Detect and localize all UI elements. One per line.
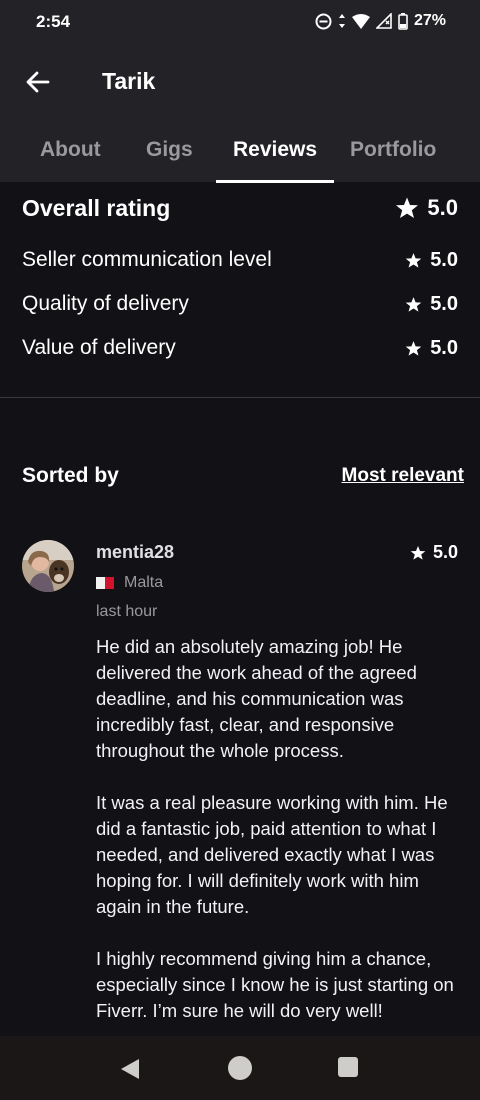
rating-label: Value of delivery <box>22 336 176 359</box>
star-icon <box>405 340 422 356</box>
rating-value: 5.0 <box>405 249 458 272</box>
nav-home-icon[interactable] <box>228 1056 252 1080</box>
malta-flag-icon <box>96 577 114 589</box>
nav-recents-icon[interactable] <box>338 1057 358 1077</box>
overall-rating-value: 5.0 <box>395 195 458 221</box>
sort-row: Sorted by Most relevant <box>22 464 464 488</box>
page-title: Tarik <box>102 68 156 94</box>
reviewer-country: Malta <box>96 574 163 592</box>
tab-reviews[interactable]: Reviews <box>233 138 317 162</box>
status-bar: 2:54 27% <box>0 0 480 48</box>
rating-row-quality: Quality of delivery 5.0 <box>22 286 458 322</box>
data-arrows-icon <box>338 14 345 28</box>
status-time: 2:54 <box>36 12 71 31</box>
star-icon <box>405 296 422 312</box>
star-icon <box>396 197 419 218</box>
signal-icon <box>375 13 392 29</box>
overall-rating-row: Overall rating 5.0 <box>22 190 458 226</box>
rating-label: Quality of delivery <box>22 292 189 315</box>
review-paragraph: I highly recommend giving him a chance, … <box>96 948 454 1021</box>
sort-label: Sorted by <box>22 464 119 487</box>
rating-value: 5.0 <box>405 293 458 316</box>
reviewer-username[interactable]: mentia28 <box>96 542 174 563</box>
battery-percent: 27% <box>413 12 446 29</box>
arrow-left-icon <box>26 71 50 93</box>
wifi-icon <box>351 13 370 29</box>
rating-row-communication: Seller communication level 5.0 <box>22 242 458 278</box>
dnd-icon <box>315 13 332 29</box>
nav-back-icon[interactable] <box>119 1057 141 1081</box>
country-name: Malta <box>124 574 164 591</box>
section-divider <box>0 397 480 398</box>
avatar[interactable] <box>22 540 74 592</box>
status-icons: 27% <box>315 12 446 30</box>
tab-bar: About Gigs Reviews Portfolio <box>0 132 480 183</box>
sort-dropdown-link[interactable]: Most relevant <box>342 465 464 487</box>
review-rating: 5.0 <box>410 542 458 563</box>
back-button[interactable] <box>24 68 52 96</box>
tab-gigs[interactable]: Gigs <box>146 138 193 162</box>
system-nav-bar <box>0 1036 480 1100</box>
review-paragraph: It was a real pleasure working with him.… <box>96 792 448 917</box>
review-text: He did an absolutely amazing job! He del… <box>96 634 462 1050</box>
tab-about[interactable]: About <box>40 138 101 162</box>
active-tab-indicator <box>216 180 334 183</box>
review-paragraph: He did an absolutely amazing job! He del… <box>96 636 417 761</box>
battery-icon <box>398 12 408 30</box>
overall-rating-label: Overall rating <box>22 194 171 221</box>
review-time: last hour <box>96 603 158 620</box>
rating-value: 5.0 <box>405 337 458 360</box>
tab-portfolio[interactable]: Portfolio <box>350 138 436 162</box>
rating-row-value: Value of delivery 5.0 <box>22 330 458 366</box>
rating-label: Seller communication level <box>22 248 272 271</box>
star-icon <box>410 545 426 560</box>
app-bar: Tarik About Gigs Reviews Portfolio <box>0 48 480 183</box>
star-icon <box>405 252 422 268</box>
